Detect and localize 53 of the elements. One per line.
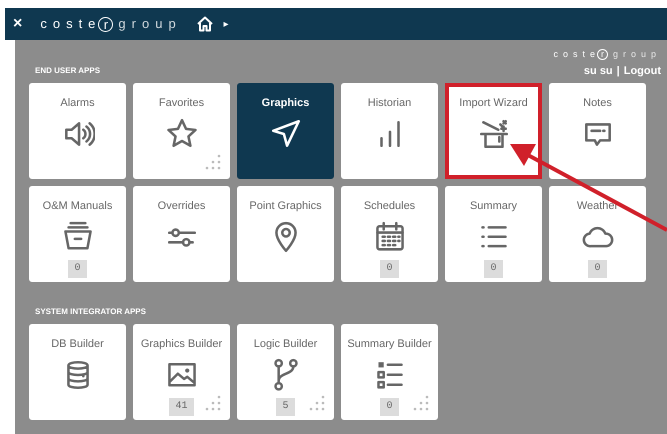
section-heading: END USER APPS bbox=[35, 64, 100, 76]
app-tile[interactable]: Summary 0 bbox=[445, 186, 542, 282]
app-tile[interactable]: Favorites bbox=[133, 82, 230, 178]
tile-label: Historian bbox=[368, 96, 412, 110]
tile-label: Logic Builder bbox=[254, 336, 318, 352]
app-tile[interactable]: Graphics bbox=[237, 82, 334, 178]
resize-grip-icon[interactable] bbox=[204, 394, 222, 412]
app-tile[interactable]: Point Graphics bbox=[237, 186, 334, 282]
tile-label: Summary Builder bbox=[347, 336, 432, 352]
section-heading: SYSTEM INTEGRATOR APPS bbox=[35, 306, 146, 318]
app-tile[interactable]: DB Builder bbox=[29, 324, 126, 420]
app-tile[interactable]: Import Wizard bbox=[445, 82, 542, 178]
app-tile[interactable]: Schedules 0 bbox=[341, 186, 438, 282]
close-button[interactable]: × bbox=[13, 16, 22, 32]
app-tile[interactable]: Notes bbox=[549, 82, 646, 178]
count-badge: 0 bbox=[68, 260, 86, 278]
tile-label: Weather bbox=[576, 198, 618, 214]
resize-grip-icon[interactable] bbox=[412, 394, 430, 412]
home-icon[interactable] bbox=[196, 16, 214, 32]
app-tile[interactable]: Weather 0 bbox=[549, 186, 646, 282]
app-tile[interactable]: Alarms bbox=[29, 82, 126, 178]
tile-label: DB Builder bbox=[51, 336, 104, 352]
logout-link[interactable]: Logout bbox=[624, 63, 661, 80]
tile-label: Point Graphics bbox=[249, 198, 322, 214]
app-tile[interactable]: Logic Builder 5 bbox=[237, 324, 334, 420]
separator: | bbox=[616, 64, 620, 79]
resize-grip-icon[interactable] bbox=[308, 394, 326, 412]
count-badge: 0 bbox=[484, 260, 502, 278]
tile-label: Overrides bbox=[158, 198, 206, 214]
tile-label: Favorites bbox=[158, 96, 204, 110]
count-badge: 0 bbox=[588, 260, 606, 278]
resize-grip-icon[interactable] bbox=[204, 152, 222, 170]
tile-label: Alarms bbox=[60, 96, 95, 110]
tile-label: Graphics bbox=[262, 96, 310, 110]
user-name: su su bbox=[584, 64, 613, 79]
tile-label: O&M Manuals bbox=[42, 198, 112, 214]
breadcrumb-arrow[interactable]: ▸ bbox=[224, 16, 229, 32]
app-tile[interactable]: Graphics Builder 41 bbox=[133, 324, 230, 420]
count-badge: 5 bbox=[276, 398, 294, 416]
app-tile[interactable]: Overrides bbox=[133, 186, 230, 282]
tile-label: Summary bbox=[470, 198, 518, 214]
logo: coste r group bbox=[40, 15, 182, 34]
count-badge: 0 bbox=[380, 398, 398, 416]
app-tile[interactable]: Summary Builder 0 bbox=[341, 324, 438, 420]
tile-label: Schedules bbox=[364, 198, 416, 214]
tile-label: Import Wizard bbox=[459, 96, 528, 110]
tile-label: Graphics Builder bbox=[140, 336, 222, 352]
tile-label: Notes bbox=[583, 96, 612, 110]
app-tile[interactable]: O&M Manuals 0 bbox=[29, 186, 126, 282]
count-badge: 41 bbox=[169, 398, 194, 416]
app-tile[interactable]: Historian bbox=[341, 82, 438, 178]
count-badge: 0 bbox=[380, 260, 398, 278]
logo: coste r group bbox=[553, 48, 661, 62]
